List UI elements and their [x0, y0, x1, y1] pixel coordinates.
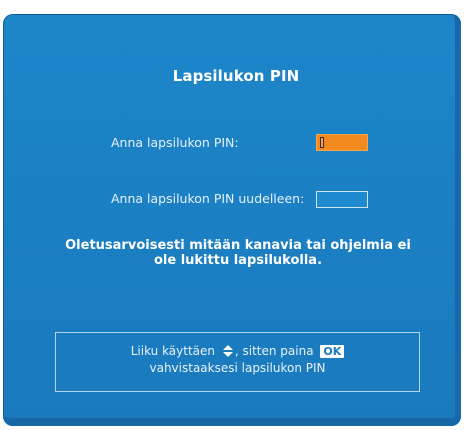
- ok-key-icon: OK: [320, 345, 345, 358]
- pin-confirm-input-field[interactable]: [316, 191, 368, 208]
- help-move-suffix: , sitten paina: [234, 344, 314, 358]
- tv-screen: Lapsilukon PIN Anna lapsilukon PIN: Anna…: [0, 0, 471, 430]
- text-cursor: [320, 137, 324, 148]
- help-line-navigation: Liiku käyttäen , sitten paina OK: [56, 344, 419, 358]
- parental-lock-pin-dialog: Lapsilukon PIN Anna lapsilukon PIN: Anna…: [3, 14, 461, 426]
- help-move-prefix: Liiku käyttäen: [130, 344, 216, 358]
- up-down-arrow-icon: [222, 345, 234, 357]
- help-line-confirm: vahvistaaksesi lapsilukon PIN: [149, 361, 326, 375]
- help-box: Liiku käyttäen , sitten paina OK vahvist…: [55, 332, 420, 392]
- enter-pin-label: Anna lapsilukon PIN:: [111, 135, 239, 150]
- default-lock-notice: Oletusarvoisesti mitään kanavia tai ohje…: [65, 238, 411, 268]
- dialog-title: Lapsilukon PIN: [172, 67, 300, 85]
- pin-input-field[interactable]: [316, 134, 368, 151]
- reenter-pin-label: Anna lapsilukon PIN uudelleen:: [111, 191, 305, 206]
